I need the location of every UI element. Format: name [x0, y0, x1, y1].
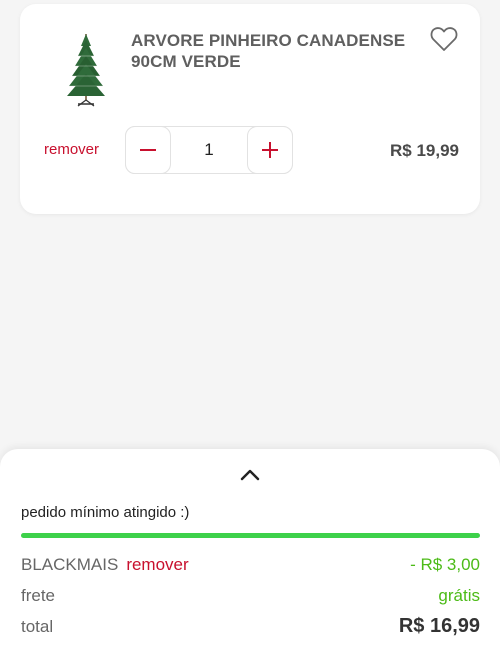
plus-icon [262, 142, 278, 158]
decrease-quantity-button[interactable] [125, 126, 171, 174]
coupon-row: BLACKMAIS remover - R$ 3,00 [21, 555, 480, 575]
quantity-stepper: 1 [125, 126, 293, 174]
increase-quantity-button[interactable] [247, 126, 293, 174]
order-summary-panel: pedido mínimo atingido :) BLACKMAIS remov… [0, 449, 500, 655]
chevron-up-icon[interactable] [240, 467, 260, 481]
cart-item-card: ARVORE PINHEIRO CANADENSE 90CM VERDE rem… [20, 4, 480, 214]
product-title[interactable]: ARVORE PINHEIRO CANADENSE 90CM VERDE [131, 30, 421, 72]
heart-icon[interactable] [430, 26, 458, 52]
shipping-value: grátis [438, 586, 480, 605]
total-value: R$ 16,99 [398, 615, 480, 637]
shipping-row: frete grátis [21, 586, 480, 606]
shipping-label: frete [21, 586, 56, 605]
discount-value: - R$ 3,00 [410, 555, 480, 574]
minus-icon [140, 149, 156, 151]
total-label: total [21, 617, 54, 636]
total-row: total R$ 16,99 [21, 615, 480, 637]
progress-fill [21, 533, 480, 538]
remove-item-link[interactable]: remover [44, 141, 99, 158]
remove-coupon-link[interactable]: remover [126, 555, 188, 574]
coupon-code: BLACKMAIS [21, 555, 119, 574]
product-price: R$ 19,99 [390, 141, 459, 160]
product-image [67, 34, 105, 107]
minimum-order-progress-bar [21, 533, 480, 538]
minimum-order-status: pedido mínimo atingido :) [21, 504, 190, 521]
quantity-value[interactable]: 1 [170, 127, 248, 173]
